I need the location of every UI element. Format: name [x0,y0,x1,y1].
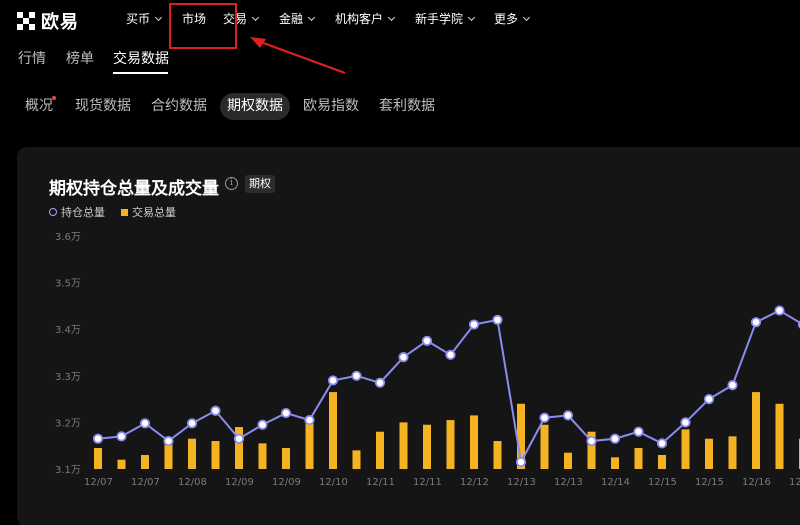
volume-bar [258,443,267,469]
open-interest-point [774,305,785,316]
y-tick-label: 3.4万 [55,325,81,336]
open-interest-point [586,435,597,447]
options-chart: 3.1万 3.2万 3.3万 3.4万 3.5万 3.6万 12/07 12/07 12/08 1… [55,232,800,488]
open-interest-point [116,431,127,442]
volume-bar [211,441,220,469]
open-interest-point [327,375,339,386]
x-tick-label: 12/07 [84,477,113,488]
open-interest-point [515,456,527,468]
volume-bar [94,448,102,469]
volume-bar [188,438,196,469]
x-tick-label: 12/16 [789,477,800,488]
y-tick-label: 3.3万 [55,372,81,383]
open-interest-point [280,407,292,419]
x-tick-label: 12/14 [601,477,630,488]
open-interest-point [304,414,315,426]
volume-bar [564,452,572,469]
open-interest-point [139,418,151,429]
open-interest-point [374,377,386,388]
open-interest-point [727,380,738,391]
volume-bar [681,429,690,469]
x-tick-label: 12/09 [225,477,254,488]
x-tick-label: 12/15 [695,477,724,488]
open-interest-point [468,319,480,330]
volume-bar [540,424,549,469]
x-tick-label: 12/15 [648,477,677,488]
volume-bar [611,457,619,469]
volume-bar [728,436,737,469]
open-interest-point [750,317,762,328]
volume-bar [305,420,314,469]
open-interest-point [562,410,574,421]
volume-bar [235,427,243,469]
open-interest-point [186,418,198,429]
volume-bar [329,392,337,469]
open-interest-point [233,433,245,444]
open-interest-point [92,433,104,444]
x-tick-label: 12/11 [413,477,442,488]
open-interest-point [257,419,268,430]
open-interest-point [210,405,221,416]
volume-bar [752,392,760,469]
open-interest-point [421,335,433,346]
x-tick-label: 12/09 [272,477,301,488]
open-interest-point [492,314,503,325]
y-tick-label: 3.6万 [55,232,81,243]
open-interest-point [163,435,174,447]
volume-bar [399,422,408,469]
volume-bar [775,403,784,469]
volume-bar [705,438,713,469]
x-tick-label: 12/16 [742,477,771,488]
volume-bar [117,459,126,469]
volume-bar [658,455,666,469]
x-tick-label: 12/13 [554,477,583,488]
volume-bar [634,448,643,469]
y-tick-label: 3.5万 [55,279,81,290]
volume-bar [376,431,384,469]
volume-bar [493,441,502,469]
x-tick-label: 12/10 [319,477,348,488]
open-interest-point [445,349,456,360]
volume-bar [141,455,149,469]
open-interest-point [351,370,362,381]
volume-bar [282,448,290,469]
volume-bar [352,450,361,469]
x-tick-label: 12/11 [366,477,395,488]
y-tick-label: 3.1万 [55,465,81,476]
y-tick-label: 3.2万 [55,418,81,429]
open-interest-point [680,417,691,428]
x-tick-label: 12/08 [178,477,207,488]
x-tick-label: 12/12 [460,477,489,488]
open-interest-point [633,426,644,437]
x-tick-label: 12/07 [131,477,160,488]
x-tick-label: 12/13 [507,477,536,488]
open-interest-point [398,352,409,363]
open-interest-point [539,412,550,423]
open-interest-point [609,433,621,444]
open-interest-point [656,438,668,449]
volume-bar [446,420,455,469]
volume-bar [423,424,431,469]
volume-bar [470,415,478,469]
open-interest-point [703,393,715,405]
